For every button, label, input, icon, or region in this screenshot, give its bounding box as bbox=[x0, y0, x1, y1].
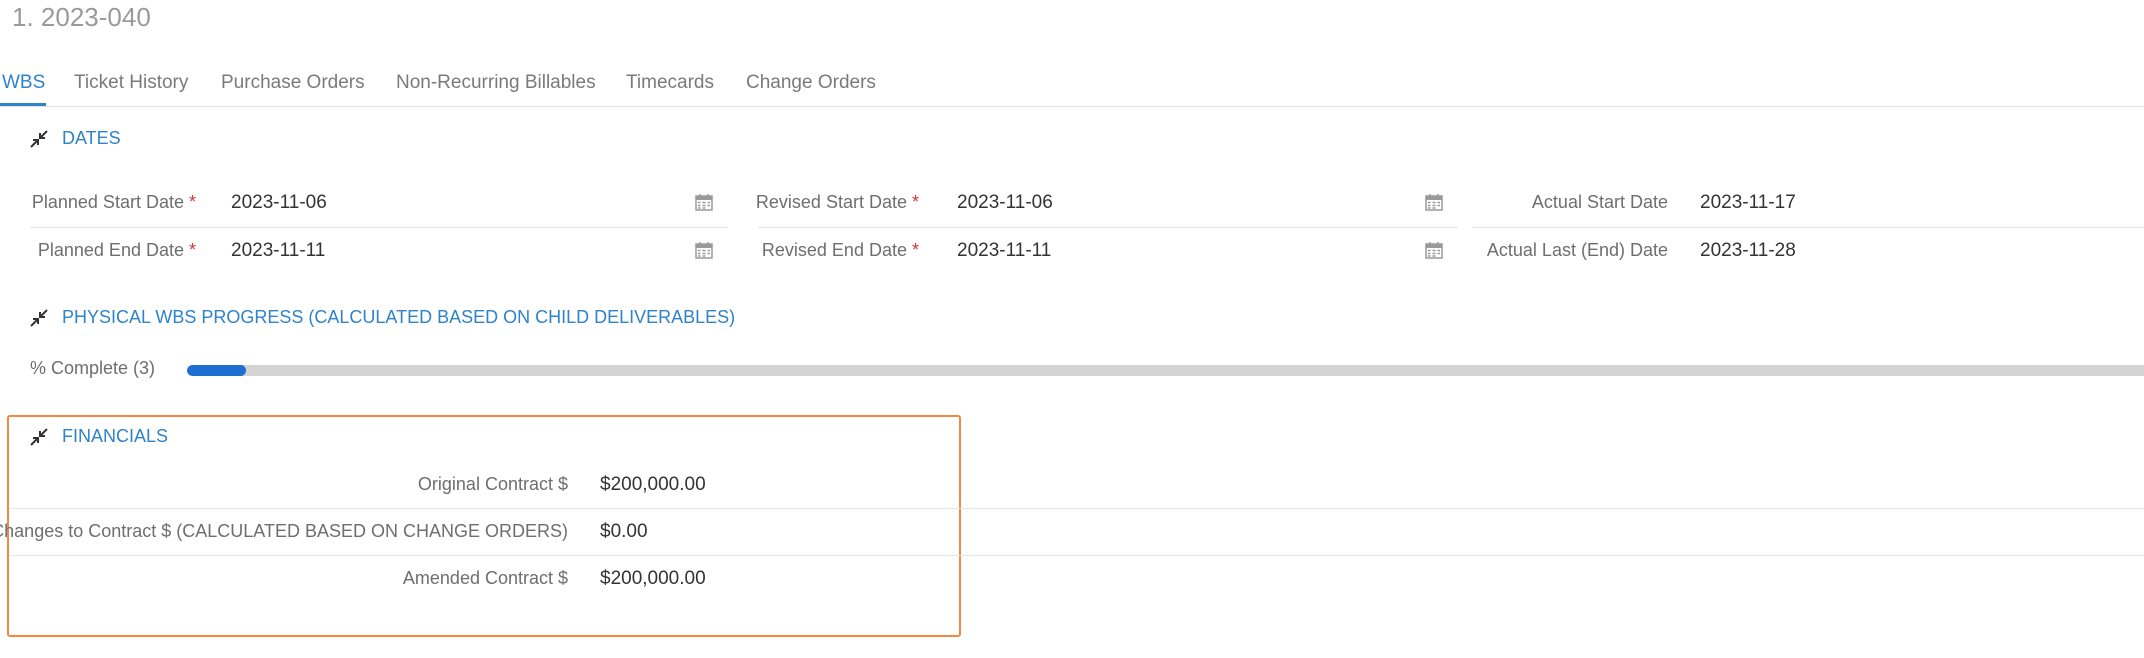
row-divider bbox=[9, 555, 2144, 556]
planned-start-calendar-icon[interactable] bbox=[694, 192, 714, 212]
changes-to-contract-value: $0.00 bbox=[600, 521, 648, 542]
financials-section-header[interactable]: FINANCIALS bbox=[30, 426, 168, 447]
revised-end-calendar-icon[interactable] bbox=[1424, 240, 1444, 260]
revised-start-date-label: Revised Start Date * bbox=[755, 192, 919, 212]
row-divider bbox=[30, 227, 728, 228]
financials-section-title: FINANCIALS bbox=[62, 426, 169, 446]
tab-timecards[interactable]: Timecards bbox=[626, 72, 714, 94]
changes-to-contract-label: Changes to Contract $ (CALCULATED BASED … bbox=[0, 521, 568, 541]
active-tab-indicator bbox=[0, 103, 46, 106]
planned-end-calendar-icon[interactable] bbox=[694, 240, 714, 260]
row-divider bbox=[758, 227, 1458, 228]
progress-section-header[interactable]: PHYSICAL WBS PROGRESS (CALCULATED BASED … bbox=[30, 307, 735, 328]
tab-ticket-history[interactable]: Ticket History bbox=[74, 72, 188, 94]
amended-contract-value: $200,000.00 bbox=[600, 568, 706, 589]
collapse-arrows-icon[interactable] bbox=[30, 427, 48, 446]
tab-change-orders[interactable]: Change Orders bbox=[746, 72, 876, 94]
actual-end-date-value: 2023-11-28 bbox=[1700, 240, 1796, 261]
tab-wbs[interactable]: WBS bbox=[2, 72, 45, 94]
collapse-arrows-icon[interactable] bbox=[30, 308, 48, 327]
actual-end-date-label: Actual Last (End) Date bbox=[1486, 240, 1668, 260]
revised-start-date-input[interactable]: 2023-11-06 bbox=[957, 192, 1053, 214]
row-divider bbox=[1472, 227, 2144, 228]
planned-start-date-input[interactable]: 2023-11-06 bbox=[231, 192, 327, 214]
progress-section-title: PHYSICAL WBS PROGRESS (CALCULATED BASED … bbox=[62, 307, 736, 327]
row-divider bbox=[9, 508, 2144, 509]
actual-start-date-value: 2023-11-17 bbox=[1700, 192, 1796, 213]
planned-start-date-label: Planned Start Date * bbox=[31, 192, 196, 212]
collapse-arrows-icon[interactable] bbox=[30, 129, 48, 148]
actual-start-date-label: Actual Start Date bbox=[1531, 192, 1668, 212]
progress-bar bbox=[187, 365, 2144, 376]
tab-purchase-orders[interactable]: Purchase Orders bbox=[221, 72, 365, 94]
page-title: 1. 2023-040 bbox=[12, 2, 151, 32]
dates-section-header[interactable]: DATES bbox=[30, 128, 121, 149]
tab-non-recurring-billables[interactable]: Non-Recurring Billables bbox=[396, 72, 596, 94]
dates-section-title: DATES bbox=[62, 128, 121, 148]
revised-start-calendar-icon[interactable] bbox=[1424, 192, 1444, 212]
revised-end-date-label: Revised End Date * bbox=[761, 240, 919, 260]
amended-contract-label: Amended Contract $ bbox=[402, 568, 568, 588]
planned-end-date-input[interactable]: 2023-11-11 bbox=[231, 240, 325, 262]
tab-bar: WBS Ticket History Purchase Orders Non-R… bbox=[0, 68, 2144, 107]
original-contract-label: Original Contract $ bbox=[417, 474, 568, 494]
progress-bar-fill bbox=[187, 365, 246, 376]
original-contract-value: $200,000.00 bbox=[600, 474, 706, 495]
percent-complete-label: % Complete (3) bbox=[30, 358, 156, 378]
revised-end-date-input[interactable]: 2023-11-11 bbox=[957, 240, 1051, 262]
planned-end-date-label: Planned End Date * bbox=[37, 240, 196, 260]
